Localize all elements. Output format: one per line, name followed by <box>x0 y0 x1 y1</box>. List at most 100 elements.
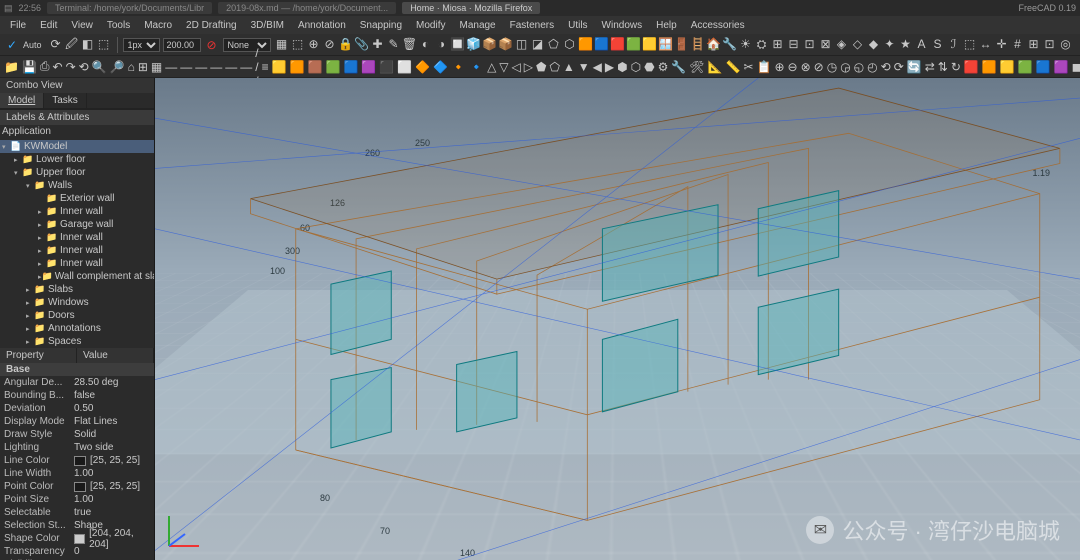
main-58-icon[interactable]: ◴ <box>867 59 877 75</box>
main-23-icon[interactable]: 🟦 <box>343 59 358 75</box>
tool-6-icon[interactable]: ✚ <box>370 36 386 52</box>
menu-annotation[interactable]: Annotation <box>292 18 352 33</box>
main-69-icon[interactable]: 🟦 <box>1036 59 1051 75</box>
tool-14-icon[interactable]: 📦 <box>498 36 514 52</box>
main-67-icon[interactable]: 🟨 <box>1000 59 1015 75</box>
main-24-icon[interactable]: 🟪 <box>361 59 376 75</box>
main-10-icon[interactable]: ▦ <box>151 59 162 75</box>
menu-snapping[interactable]: Snapping <box>354 18 408 33</box>
main-44-icon[interactable]: ⚙ <box>658 59 669 75</box>
tree-item[interactable]: ▸📁Annotations <box>0 322 154 335</box>
tree-item[interactable]: ▸📁Inner wall <box>0 257 154 270</box>
menu-edit[interactable]: Edit <box>34 18 63 33</box>
tool-10-icon[interactable]: ◑ <box>434 36 450 52</box>
tool-3-icon[interactable]: ⊘ <box>322 36 338 52</box>
main-49-icon[interactable]: ✂ <box>743 59 753 75</box>
tool-23-icon[interactable]: 🟨 <box>642 36 658 52</box>
main-28-icon[interactable]: 🔷 <box>433 59 448 75</box>
tool-16-icon[interactable]: ◪ <box>530 36 546 52</box>
property-row[interactable]: Bounding B...false <box>0 389 154 402</box>
main-40-icon[interactable]: ▶ <box>605 59 614 75</box>
tool-17-icon[interactable]: ⬠ <box>546 36 562 52</box>
main-6-icon[interactable]: 🔍 <box>92 59 107 75</box>
tool-8-icon[interactable]: 🗑 <box>402 36 418 52</box>
tool-48-icon[interactable]: ⊡ <box>1042 36 1058 52</box>
menu-accessories[interactable]: Accessories <box>685 18 751 33</box>
main-35-icon[interactable]: ⬟ <box>536 59 546 75</box>
scale-input[interactable] <box>163 38 201 52</box>
tool-20-icon[interactable]: 🟦 <box>594 36 610 52</box>
tool-0-icon[interactable]: ▦ <box>274 36 290 52</box>
main-19-icon[interactable]: 🟨 <box>272 59 287 75</box>
main-0-icon[interactable]: 📁 <box>4 59 19 75</box>
menu-windows[interactable]: Windows <box>596 18 649 33</box>
layer-select[interactable]: None <box>223 38 271 52</box>
main-59-icon[interactable]: ⟲ <box>881 59 891 75</box>
main-53-icon[interactable]: ⊗ <box>801 59 811 75</box>
tool-28-icon[interactable]: 🔧 <box>722 36 738 52</box>
tab-tasks[interactable]: Tasks <box>44 93 87 108</box>
tool-19-icon[interactable]: 🟧 <box>578 36 594 52</box>
menu-macro[interactable]: Macro <box>138 18 178 33</box>
3d-viewport[interactable]: 250 126 260 300 60 100 140 70 80 1.19 <box>155 78 1080 560</box>
main-7-icon[interactable]: 🔎 <box>110 59 125 75</box>
tool-34-icon[interactable]: ⊠ <box>818 36 834 52</box>
property-row[interactable]: Selectabletrue <box>0 506 154 519</box>
menu-file[interactable]: File <box>4 18 32 33</box>
main-1-icon[interactable]: 💾 <box>22 59 37 75</box>
main-18-icon[interactable]: ≡ <box>262 59 269 75</box>
tool-5-icon[interactable]: 📎 <box>354 36 370 52</box>
property-row[interactable]: Point Size1.00 <box>0 493 154 506</box>
main-46-icon[interactable]: 🛠 <box>689 59 704 75</box>
tree-item[interactable]: ▸📁Inner wall <box>0 231 154 244</box>
main-48-icon[interactable]: 📏 <box>725 59 740 75</box>
main-32-icon[interactable]: ▽ <box>499 59 508 75</box>
main-42-icon[interactable]: ⬡ <box>631 59 641 75</box>
menu-help[interactable]: Help <box>650 18 683 33</box>
draft-2-icon[interactable]: ◧ <box>80 36 96 52</box>
menu-manage[interactable]: Manage <box>453 18 501 33</box>
apps-icon[interactable]: ▤ <box>4 3 13 14</box>
main-29-icon[interactable]: 🔸 <box>451 59 466 75</box>
tree-item[interactable]: ▸📁Garage wall <box>0 218 154 231</box>
tool-2-icon[interactable]: ⊕ <box>306 36 322 52</box>
property-row[interactable]: Shape Color[204, 204, 204] <box>0 532 154 545</box>
tree-item[interactable]: ▸📁Inner wall <box>0 205 154 218</box>
main-64-icon[interactable]: ↻ <box>951 59 961 75</box>
main-65-icon[interactable]: 🟥 <box>964 59 979 75</box>
main-20-icon[interactable]: 🟧 <box>290 59 305 75</box>
draft-0-icon[interactable]: ⟳ <box>48 36 64 52</box>
main-14-icon[interactable]: — <box>210 59 222 75</box>
tool-27-icon[interactable]: 🏠 <box>706 36 722 52</box>
os-tab[interactable]: Home · Miosa · Mozilla Firefox <box>402 2 540 14</box>
main-30-icon[interactable]: 🔹 <box>469 59 484 75</box>
tool-12-icon[interactable]: 🧊 <box>466 36 482 52</box>
tool-29-icon[interactable]: ☀ <box>738 36 754 52</box>
tool-40-icon[interactable]: A <box>914 36 930 52</box>
main-9-icon[interactable]: ⊞ <box>138 59 148 75</box>
autogroup-icon[interactable]: ✓ <box>4 37 20 53</box>
main-11-icon[interactable]: — <box>165 59 177 75</box>
tool-43-icon[interactable]: ⬚ <box>962 36 978 52</box>
main-66-icon[interactable]: 🟧 <box>982 59 997 75</box>
tree-item[interactable]: ▸📁Doors <box>0 309 154 322</box>
main-33-icon[interactable]: ◁ <box>512 59 521 75</box>
main-43-icon[interactable]: ⬣ <box>644 59 654 75</box>
menu-tools[interactable]: Tools <box>101 18 136 33</box>
tool-7-icon[interactable]: ✎ <box>386 36 402 52</box>
main-27-icon[interactable]: 🔶 <box>415 59 430 75</box>
main-63-icon[interactable]: ⇅ <box>938 59 948 75</box>
main-51-icon[interactable]: ⊕ <box>774 59 784 75</box>
tree-item[interactable]: ▸📁Spaces <box>0 335 154 348</box>
main-57-icon[interactable]: ◵ <box>854 59 864 75</box>
main-71-icon[interactable]: ◼ <box>1072 59 1080 75</box>
no-layer-icon[interactable]: ⊘ <box>204 37 220 53</box>
tool-44-icon[interactable]: ↔ <box>978 36 994 52</box>
main-12-icon[interactable]: — <box>180 59 192 75</box>
tool-45-icon[interactable]: ✛ <box>994 36 1010 52</box>
menu-2d-drafting[interactable]: 2D Drafting <box>180 18 243 33</box>
property-list[interactable]: Base Angular De...28.50 degBounding B...… <box>0 363 154 560</box>
main-61-icon[interactable]: 🔄 <box>907 59 922 75</box>
tool-18-icon[interactable]: ⬡ <box>562 36 578 52</box>
tree-item[interactable]: ▸📁Slabs <box>0 283 154 296</box>
